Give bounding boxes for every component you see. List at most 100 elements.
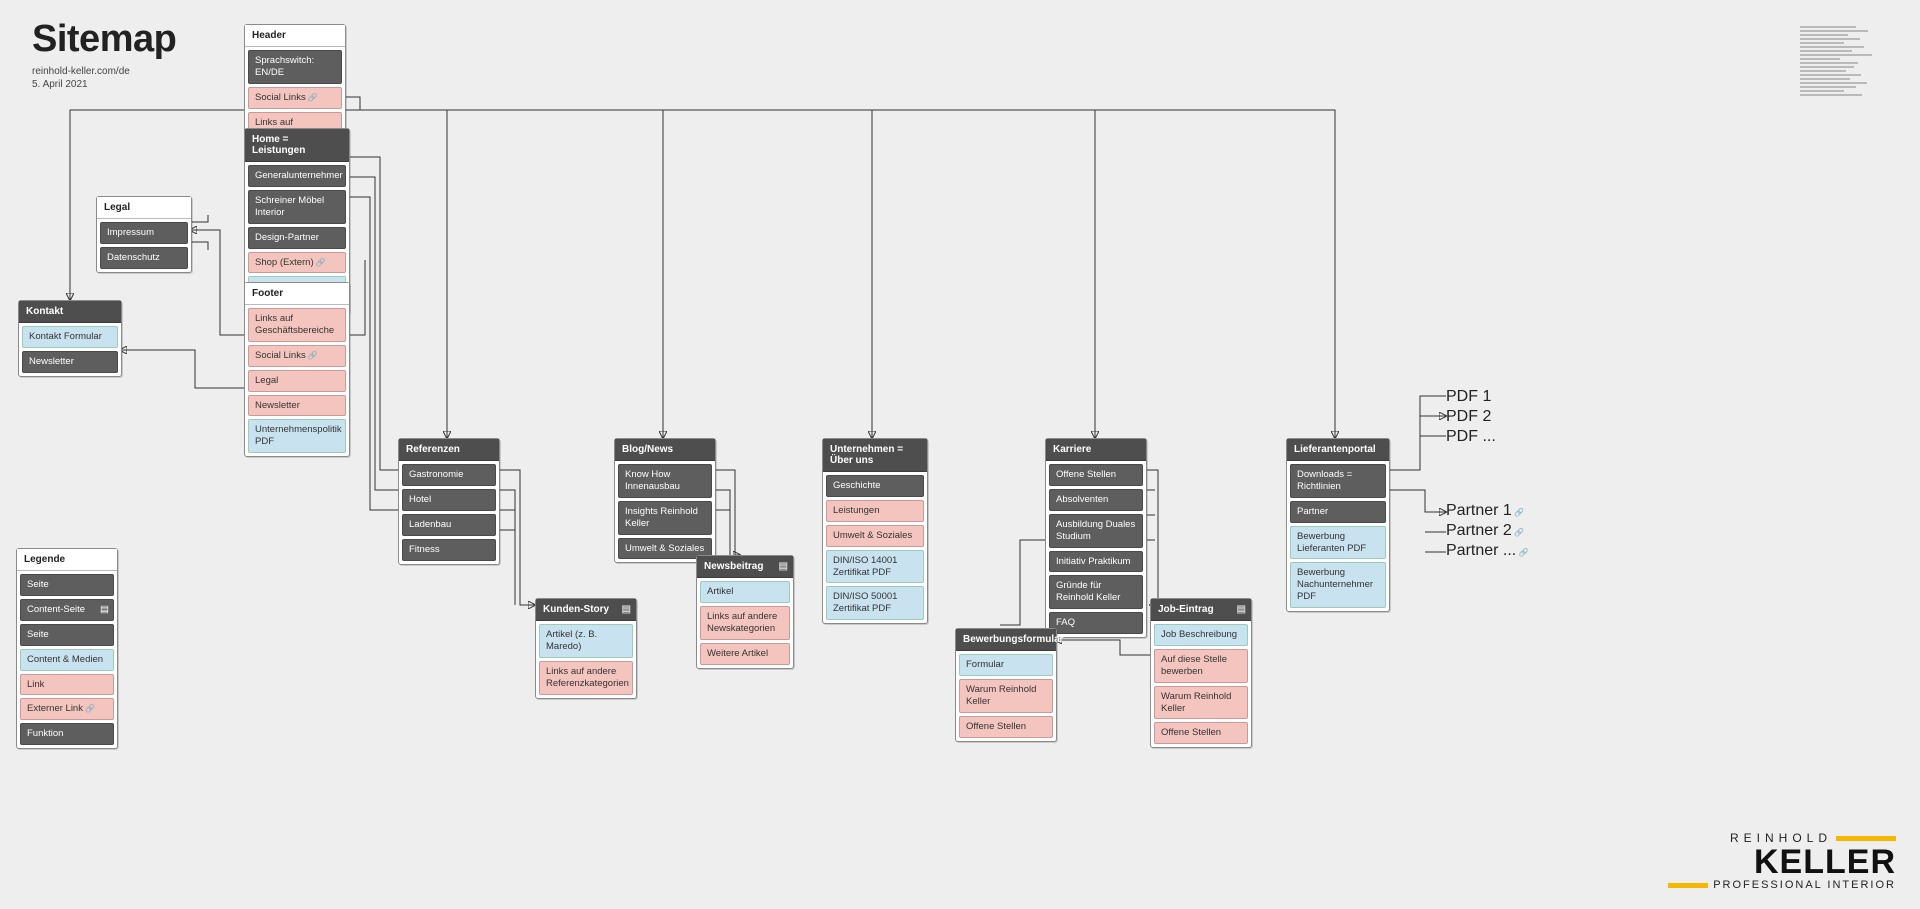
row: Schreiner Möbel Interior — [248, 190, 346, 224]
card-home-title: Home = Leistungen — [245, 129, 349, 162]
card-newsbeitrag-title: Newsbeitrag▤ — [697, 556, 793, 578]
row: PDF ... — [1446, 428, 1536, 446]
pdf-list: PDF 1 PDF 2 PDF ... — [1446, 386, 1536, 448]
row: Leistungen — [826, 500, 924, 522]
row: Hotel — [402, 489, 496, 511]
row: Bewerbung Nachunternehmer PDF — [1290, 562, 1386, 608]
row: Absolventen — [1049, 489, 1143, 511]
card-lieferanten: Lieferantenportal Downloads = Richtlinie… — [1286, 438, 1390, 612]
row: Links auf andere Referenzkategorien — [539, 661, 633, 695]
card-newsbeitrag: Newsbeitrag▤ Artikel Links auf andere Ne… — [696, 555, 794, 669]
row: Partner — [1290, 501, 1386, 523]
row: Know How Innenausbau — [618, 464, 712, 498]
legend-row: Content & Medien — [20, 649, 114, 671]
card-job-title: Job-Eintrag▤ — [1151, 599, 1251, 621]
row: Ladenbau — [402, 514, 496, 536]
card-legal: Legal Impressum Datenschutz — [96, 196, 192, 273]
row: Offene Stellen — [1154, 722, 1248, 744]
row: Insights Reinhold Keller — [618, 501, 712, 535]
legend-row: Externer Link — [20, 698, 114, 720]
legend-row: Content-Seite▤ — [20, 599, 114, 621]
row: Unternehmenspolitik PDF — [248, 419, 346, 453]
card-karriere-title: Karriere — [1046, 439, 1146, 461]
row: Partner ... — [1446, 542, 1536, 560]
card-referenzen: Referenzen Gastronomie Hotel Ladenbau Fi… — [398, 438, 500, 565]
logo: REINHOLD KELLER PROFESSIONAL INTERIOR — [1664, 831, 1896, 891]
row: Offene Stellen — [959, 716, 1053, 738]
row: Links auf Geschäftsbereiche — [248, 308, 346, 342]
card-lieferanten-title: Lieferantenportal — [1287, 439, 1389, 461]
card-footer: Footer Links auf Geschäftsbereiche Socia… — [244, 282, 350, 457]
row: Newsletter — [248, 395, 346, 417]
legend-row: Link — [20, 674, 114, 696]
card-header-title: Header — [245, 25, 345, 47]
row: Artikel (z. B. Maredo) — [539, 624, 633, 658]
card-kontakt-title: Kontakt — [19, 301, 121, 323]
row: Gründe für Reinhold Keller — [1049, 575, 1143, 609]
content-icon: ▤ — [622, 604, 631, 615]
content-icon: ▤ — [100, 604, 109, 616]
card-blog-title: Blog/News — [615, 439, 715, 461]
legend: Legende Seite Content-Seite▤ Seite Conte… — [16, 548, 118, 749]
row: Warum Reinhold Keller — [1154, 686, 1248, 720]
card-kontakt: Kontakt Kontakt Formular Newsletter — [18, 300, 122, 377]
card-blog: Blog/News Know How Innenausbau Insights … — [614, 438, 716, 563]
card-bewerbung-title: Bewerbungsformular — [956, 629, 1056, 651]
row: Umwelt & Soziales — [826, 525, 924, 547]
row: PDF 1 — [1446, 388, 1536, 406]
row: Auf diese Stelle bewerben — [1154, 649, 1248, 683]
minimap — [1800, 24, 1880, 144]
row: Artikel — [700, 581, 790, 603]
row: Kontakt Formular — [22, 326, 118, 348]
row: Job Beschreibung — [1154, 624, 1248, 646]
legend-title: Legende — [17, 549, 117, 571]
card-referenzen-title: Referenzen — [399, 439, 499, 461]
row: Shop (Extern) — [248, 252, 346, 274]
card-kunden-title: Kunden-Story▤ — [536, 599, 636, 621]
row: Newsletter — [22, 351, 118, 373]
card-kunden-story: Kunden-Story▤ Artikel (z. B. Maredo) Lin… — [535, 598, 637, 699]
row: Partner 2 — [1446, 522, 1536, 540]
legend-row: Funktion — [20, 723, 114, 745]
content-icon: ▤ — [1237, 604, 1246, 615]
card-legal-title: Legal — [97, 197, 191, 219]
row: Design-Partner — [248, 227, 346, 249]
card-job-eintrag: Job-Eintrag▤ Job Beschreibung Auf diese … — [1150, 598, 1252, 748]
row: Downloads = Richtlinien — [1290, 464, 1386, 498]
row: PDF 2 — [1446, 408, 1536, 426]
row: Social Links — [248, 87, 342, 109]
row: DIN/ISO 14001 Zertifikat PDF — [826, 550, 924, 584]
row: DIN/ISO 50001 Zertifikat PDF — [826, 586, 924, 620]
row: Gastronomie — [402, 464, 496, 486]
row: Social Links — [248, 345, 346, 367]
card-footer-title: Footer — [245, 283, 349, 305]
row: Ausbildung Duales Studium — [1049, 514, 1143, 548]
legend-row: Seite — [20, 624, 114, 646]
page-subtitle: reinhold-keller.com/de 5. April 2021 — [32, 65, 176, 91]
row: Formular — [959, 654, 1053, 676]
row: Partner 1 — [1446, 502, 1536, 520]
card-unternehmen-title: Unternehmen = Über uns — [823, 439, 927, 472]
row: Legal — [248, 370, 346, 392]
row: Weitere Artikel — [700, 643, 790, 665]
page-title: Sitemap — [32, 18, 176, 61]
row: FAQ — [1049, 612, 1143, 634]
row: Geschichte — [826, 475, 924, 497]
row: Sprachswitch: EN/DE — [248, 50, 342, 84]
row: Datenschutz — [100, 247, 188, 269]
partner-list: Partner 1 Partner 2 Partner ... — [1446, 500, 1536, 562]
content-icon: ▤ — [779, 561, 788, 572]
row: Links auf andere Newskategorien — [700, 606, 790, 640]
row: Fitness — [402, 539, 496, 561]
page-title-block: Sitemap reinhold-keller.com/de 5. April … — [32, 18, 176, 91]
card-karriere: Karriere Offene Stellen Absolventen Ausb… — [1045, 438, 1147, 638]
row: Bewerbung Lieferanten PDF — [1290, 526, 1386, 560]
row: Offene Stellen — [1049, 464, 1143, 486]
card-bewerbung: Bewerbungsformular Formular Warum Reinho… — [955, 628, 1057, 742]
card-unternehmen: Unternehmen = Über uns Geschichte Leistu… — [822, 438, 928, 624]
row: Generalunternehmer — [248, 165, 346, 187]
row: Warum Reinhold Keller — [959, 679, 1053, 713]
row: Initiativ Praktikum — [1049, 551, 1143, 573]
legend-row: Seite — [20, 574, 114, 596]
row: Impressum — [100, 222, 188, 244]
